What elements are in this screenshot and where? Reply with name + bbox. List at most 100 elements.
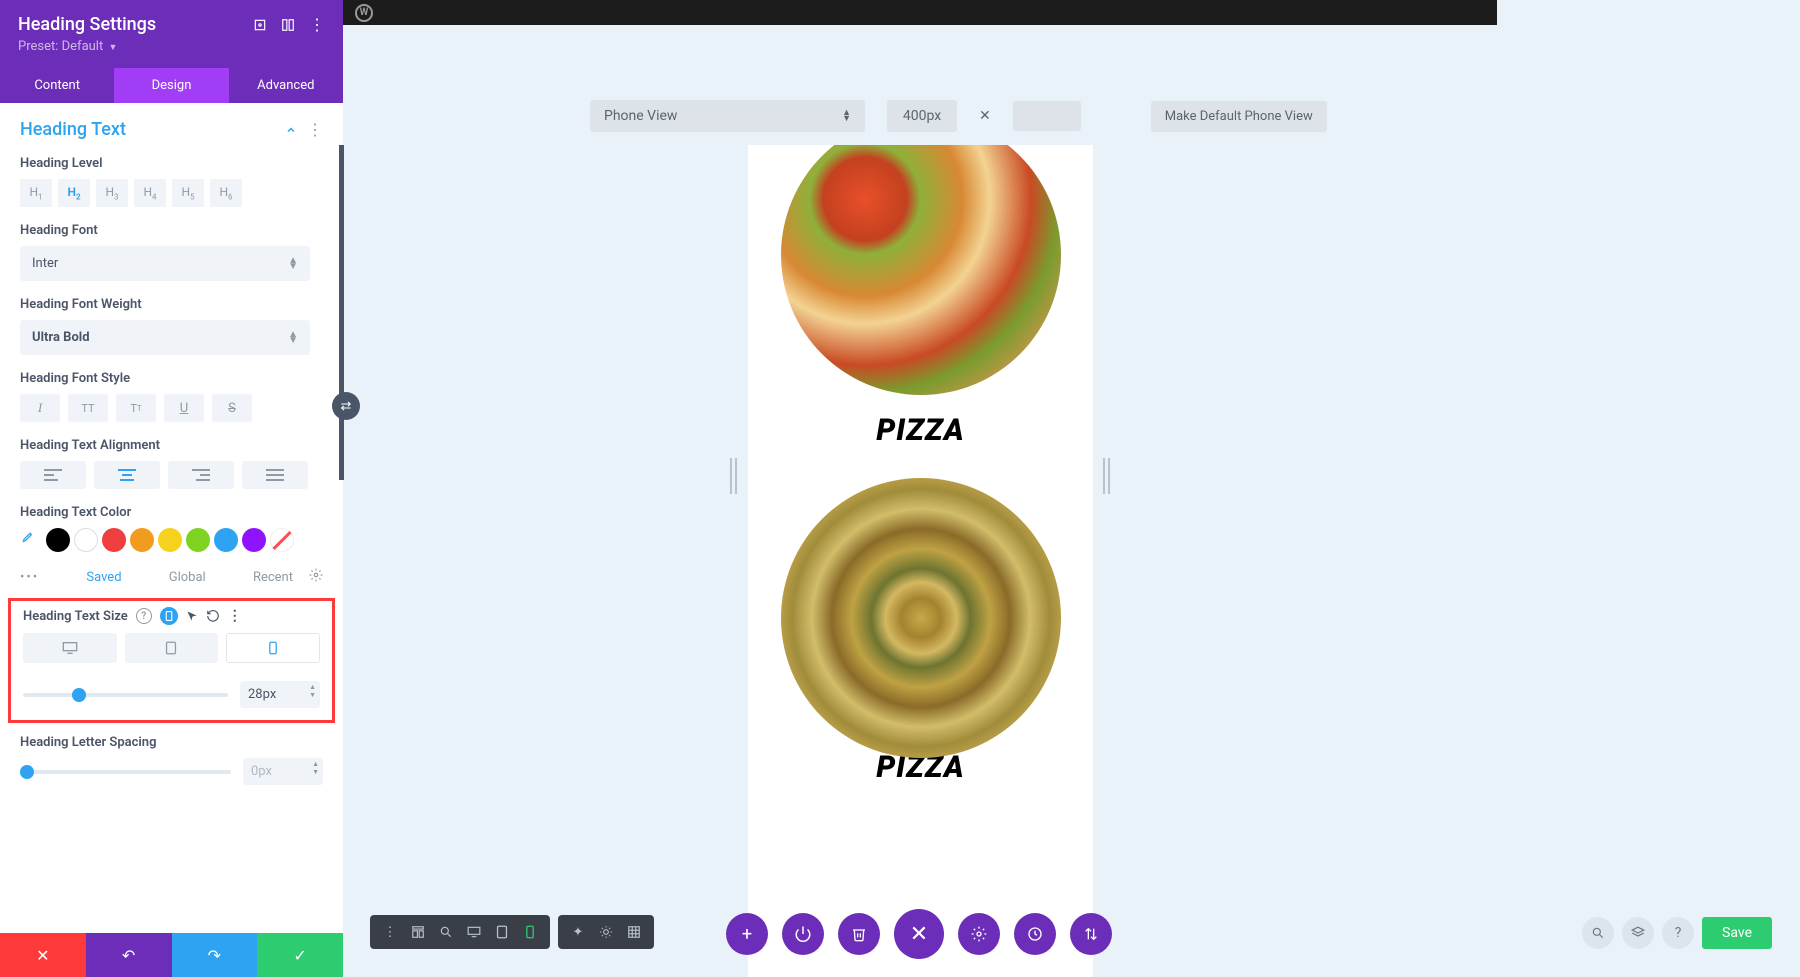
phone-preview: PIZZA PIZZA [748,145,1093,977]
gear-button[interactable] [958,913,1000,955]
settings-sidebar: Heading Settings ⋮ Preset: Default ▼ Con… [0,0,343,977]
trash-button[interactable] [838,913,880,955]
style-smallcaps[interactable]: TT [116,394,156,422]
gear-icon[interactable] [309,568,323,586]
device-tablet[interactable] [125,633,219,663]
toolbar-brightness[interactable] [592,921,620,943]
color-swatch-blue[interactable] [214,528,238,552]
letter-spacing-slider[interactable] [20,770,231,774]
color-swatch-white[interactable] [74,528,98,552]
device-desktop[interactable] [23,633,117,663]
toolbar-desktop[interactable] [460,921,488,943]
pointer-icon[interactable] [186,610,198,622]
color-swatch-black[interactable] [46,528,70,552]
sort-button[interactable] [1070,913,1112,955]
tab-design[interactable]: Design [114,68,228,103]
redo-button[interactable]: ↷ [172,933,258,977]
pizza-label-1[interactable]: PIZZA [876,413,964,448]
panel-collapse-handle[interactable]: ⇄ [332,392,360,420]
color-swatch-none[interactable] [270,528,294,552]
discard-button[interactable]: ✕ [0,933,86,977]
align-center[interactable] [94,461,160,489]
power-button[interactable] [782,913,824,955]
pizza-image-1 [781,145,1061,395]
make-default-button[interactable]: Make Default Phone View [1151,101,1327,132]
more-icon[interactable]: ••• [20,570,39,585]
height-input[interactable] [1013,101,1081,131]
heading-color-label: Heading Text Color [20,505,323,520]
select-caret-icon: ▲▼ [288,332,298,344]
help-button[interactable]: ? [1662,917,1694,949]
color-tab-global[interactable]: Global [169,570,206,585]
scroll-track[interactable] [339,145,344,480]
stepper-icon[interactable]: ▲▼ [312,760,319,776]
heading-level-h4[interactable]: H4 [134,179,166,207]
layers-button[interactable] [1622,917,1654,949]
color-swatch-yellow[interactable] [158,528,182,552]
kebab-icon[interactable]: ⋮ [309,15,325,34]
color-swatch-green[interactable] [186,528,210,552]
heading-font-select[interactable]: Inter ▲▼ [20,246,310,281]
heading-font-weight-select[interactable]: Ultra Bold ▲▼ [20,320,310,355]
sidebar-header: Heading Settings ⋮ Preset: Default ▼ [0,0,343,68]
toolbar-grid[interactable] [620,921,648,943]
toolbar-menu[interactable]: ⋮ [376,921,404,943]
heading-level-h6[interactable]: H6 [210,179,242,207]
resize-handle-right[interactable] [1103,458,1110,494]
expand-icon[interactable] [253,18,267,32]
phone-responsive-icon[interactable] [160,607,178,625]
heading-level-h1[interactable]: H1 [20,179,52,207]
eyedropper-icon[interactable] [20,530,36,550]
text-size-slider[interactable] [23,693,228,697]
drag-icon[interactable] [281,18,295,32]
search-button[interactable] [1582,917,1614,949]
letter-spacing-input[interactable]: 0px ▲▼ [243,758,323,785]
color-tab-saved[interactable]: Saved [86,570,121,585]
color-tab-recent[interactable]: Recent [253,570,293,585]
toolbar-phone[interactable] [516,921,544,943]
device-phone[interactable] [226,633,320,663]
help-icon[interactable]: ? [136,608,152,624]
add-button[interactable]: + [726,913,768,955]
text-size-input[interactable]: 28px ▲▼ [240,681,320,708]
style-strikethrough[interactable]: S [212,394,252,422]
toolbar-zoom[interactable] [432,921,460,943]
align-left[interactable] [20,461,86,489]
history-button[interactable] [1014,913,1056,955]
width-input[interactable]: 400px [887,100,957,132]
toolbar-tablet[interactable] [488,921,516,943]
close-builder-button[interactable]: ✕ [894,909,944,959]
color-swatch-purple[interactable] [242,528,266,552]
chevron-up-icon[interactable] [285,124,297,136]
reset-icon[interactable] [206,609,220,623]
stepper-icon[interactable]: ▲▼ [309,683,316,699]
caret-down-icon: ▼ [108,43,117,53]
undo-button[interactable]: ↶ [86,933,172,977]
tab-advanced[interactable]: Advanced [229,68,343,103]
toolbar-wand[interactable]: ✦ [564,921,592,943]
view-select[interactable]: Phone View ▲▼ [590,100,865,132]
heading-font-style-label: Heading Font Style [20,371,323,386]
section-heading-text[interactable]: Heading Text [20,119,126,140]
color-swatch-orange[interactable] [130,528,154,552]
align-justify[interactable] [242,461,308,489]
heading-level-h5[interactable]: H5 [172,179,204,207]
heading-level-h2[interactable]: H2 [58,179,90,207]
settings-tabs: Content Design Advanced [0,68,343,103]
kebab-icon[interactable]: ⋮ [307,120,323,139]
tab-content[interactable]: Content [0,68,114,103]
pizza-image-2 [781,478,1061,758]
heading-level-h3[interactable]: H3 [96,179,128,207]
style-underline[interactable]: U [164,394,204,422]
save-button[interactable]: Save [1702,917,1772,949]
resize-handle-left[interactable] [730,458,737,494]
style-uppercase[interactable]: TT [68,394,108,422]
align-right[interactable] [168,461,234,489]
style-italic[interactable]: I [20,394,60,422]
preset-selector[interactable]: Preset: Default ▼ [18,39,325,54]
color-swatch-red[interactable] [102,528,126,552]
kebab-icon[interactable]: ⋮ [228,608,242,624]
confirm-button[interactable]: ✓ [257,933,343,977]
toolbar-wireframe[interactable] [404,921,432,943]
wordpress-logo[interactable]: W [355,4,373,22]
